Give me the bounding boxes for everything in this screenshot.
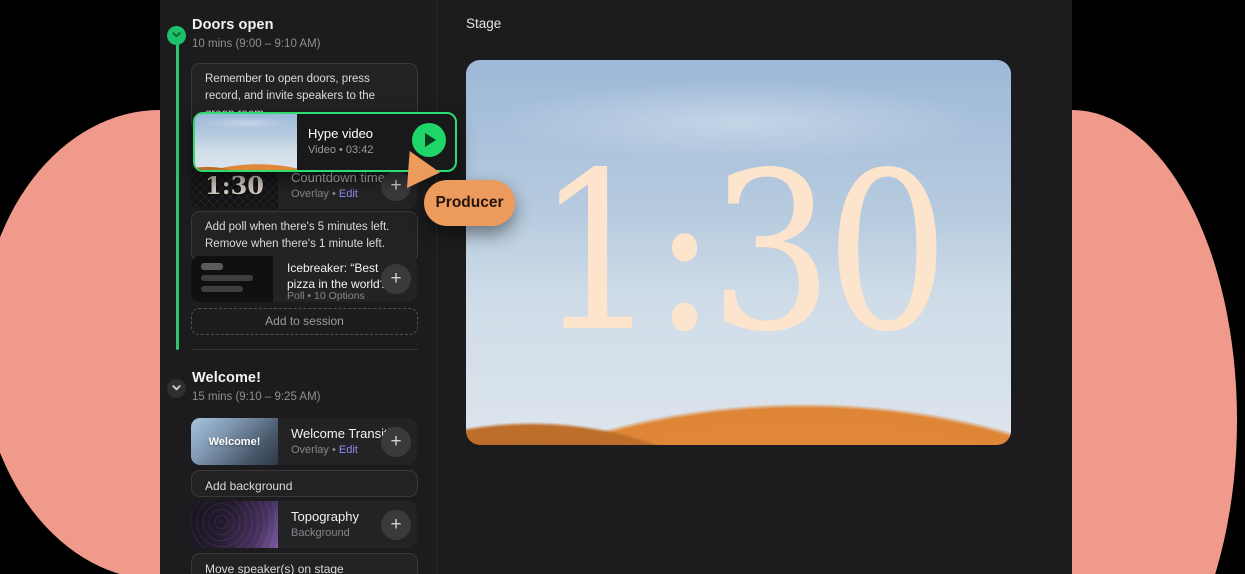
countdown-meta: Overlay • Edit xyxy=(291,188,358,200)
topography-meta: Background xyxy=(291,527,350,539)
app-canvas: Doors open 10 mins (9:00 – 9:10 AM) Reme… xyxy=(0,0,1245,574)
plus-icon: + xyxy=(390,174,402,196)
plus-icon: + xyxy=(390,513,402,535)
hype-video-title: Hype video xyxy=(308,126,374,141)
welcome-transition-meta: Overlay • Edit xyxy=(291,444,358,456)
poll-bar xyxy=(201,286,243,292)
countdown-add-button[interactable]: + xyxy=(381,170,411,201)
topography-add-button[interactable]: + xyxy=(381,509,411,540)
icebreaker-add-button[interactable]: + xyxy=(381,264,411,294)
topography-title: Topography xyxy=(291,509,359,524)
countdown-thumb-time: 1:30 xyxy=(205,171,264,200)
agenda-item-icebreaker-poll[interactable]: Icebreaker: “Best pizza in the world?” P… xyxy=(191,256,417,302)
play-icon xyxy=(425,133,436,147)
section-subtitle-welcome: 15 mins (9:10 – 9:25 AM) xyxy=(192,391,321,403)
topography-thumbnail xyxy=(191,501,278,548)
note-add-poll[interactable]: Add poll when there's 5 minutes left. Re… xyxy=(191,211,418,262)
timeline-line xyxy=(176,44,179,350)
chevron-down-icon xyxy=(171,380,182,398)
stage-preview: 1:30 xyxy=(466,60,1011,445)
plus-icon: + xyxy=(390,268,402,289)
hype-video-meta: Video • 03:42 xyxy=(308,144,374,156)
countdown-meta-type: Overlay • xyxy=(291,188,336,200)
hype-video-thumbnail xyxy=(195,114,297,170)
producer-cursor-label: Producer xyxy=(424,180,515,226)
section-title-doors: Doors open xyxy=(192,17,274,33)
note-move-speakers[interactable]: Move speaker(s) on stage xyxy=(191,553,418,574)
welcome-transition-add-button[interactable]: + xyxy=(381,426,411,457)
welcome-transition-meta-type: Overlay • xyxy=(291,444,336,456)
welcome-thumb-label: Welcome! xyxy=(208,435,261,448)
section-welcome-status-toggle[interactable] xyxy=(167,379,186,398)
play-button[interactable] xyxy=(412,123,446,157)
section-doors-status-toggle[interactable] xyxy=(167,26,186,45)
plus-icon: + xyxy=(390,430,402,452)
icebreaker-meta: Poll • 10 Options xyxy=(287,290,365,302)
section-subtitle-doors: 10 mins (9:00 – 9:10 AM) xyxy=(192,38,321,50)
welcome-transition-edit-link[interactable]: Edit xyxy=(339,444,358,456)
stage-countdown-overlay: 1:30 xyxy=(535,125,950,380)
poll-bar xyxy=(201,275,253,281)
stage-heading: Stage xyxy=(466,16,502,31)
poll-bar xyxy=(201,263,223,270)
welcome-transition-thumbnail: Welcome! xyxy=(191,418,278,465)
poll-thumbnail xyxy=(191,256,273,302)
countdown-title: Countdown timer xyxy=(291,170,390,185)
chevron-down-icon xyxy=(171,27,182,45)
sidebar-divider xyxy=(436,0,437,574)
section-title-welcome: Welcome! xyxy=(192,370,262,386)
icebreaker-title: Icebreaker: “Best pizza in the world?” xyxy=(287,261,391,291)
agenda-item-welcome-transition[interactable]: Welcome! Welcome Transition Overlay • Ed… xyxy=(191,418,417,465)
agenda-item-topography[interactable]: Topography Background + xyxy=(191,501,417,548)
note-add-background[interactable]: Add background xyxy=(191,470,418,497)
countdown-edit-link[interactable]: Edit xyxy=(339,188,358,200)
section-divider xyxy=(191,349,418,350)
add-to-session-button[interactable]: Add to session xyxy=(191,308,418,335)
